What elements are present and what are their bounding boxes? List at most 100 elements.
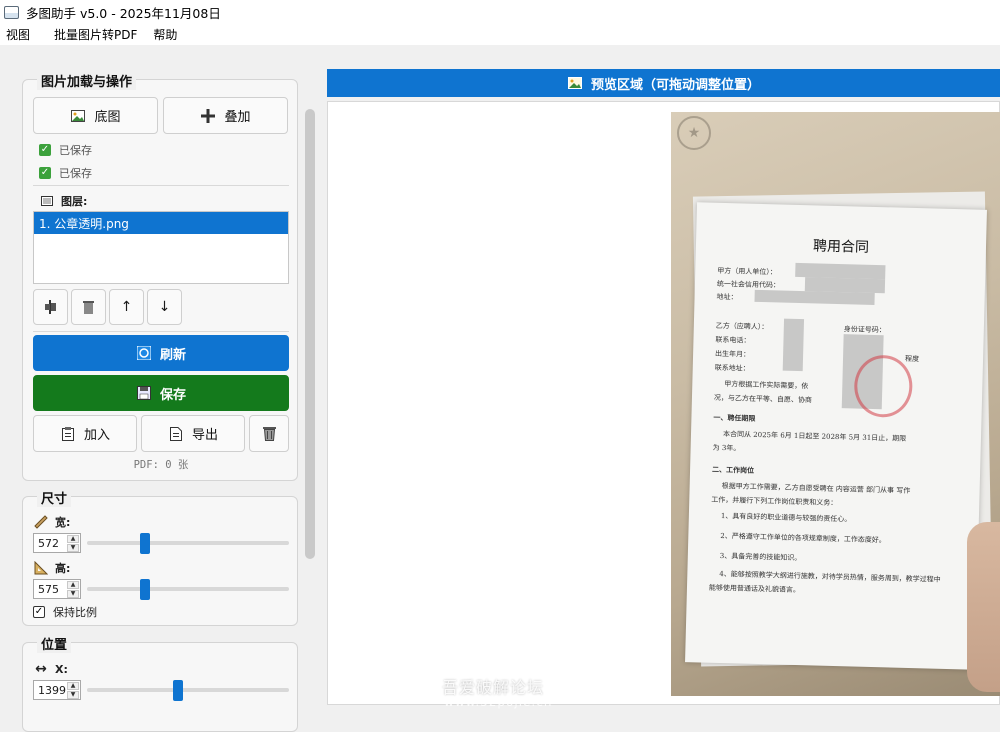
overlay-button[interactable]: 叠加 xyxy=(163,97,288,134)
save-button[interactable]: 保存 xyxy=(33,375,289,411)
height-slider-handle[interactable] xyxy=(140,579,150,600)
control-panel: 图片加载与操作 底图 叠加 ✓ 已保存 ✓ 已保存 图层: 1. 公章透明.pn… xyxy=(0,45,320,732)
layers-list[interactable]: 1. 公章透明.png xyxy=(33,211,289,284)
refresh-label: 刷新 xyxy=(159,347,186,363)
doc-line: 乙方（应聘人）： xyxy=(715,321,769,332)
x-spinbox[interactable]: 1399 ▲ ▼ xyxy=(33,680,81,700)
menu-view[interactable]: 视图 xyxy=(0,26,36,43)
layers-heading: 图层: xyxy=(39,193,87,209)
x-slider[interactable] xyxy=(87,688,289,692)
doc-line: 甲方（用人单位）： xyxy=(717,266,777,277)
keep-ratio-checkbox[interactable]: ✓ 保持比例 xyxy=(33,604,97,620)
saved-status-2: ✓ 已保存 xyxy=(39,165,92,181)
arrow-down-icon: ↓ xyxy=(158,299,171,315)
doc-line: 本合同从 2025年 6月 1日起至 2028年 5月 31日止，期限 xyxy=(722,430,907,443)
move-up-button[interactable]: ↑ xyxy=(109,289,144,325)
watermark-url: www.52pojie.cn xyxy=(444,695,553,709)
delete-layer-button[interactable] xyxy=(71,289,106,325)
width-spinbox[interactable]: 572 ▲ ▼ xyxy=(33,533,81,553)
preview-photo[interactable]: ★ 聘用合同 甲方（用人单位）： 统一社会信用代码： 地址： 乙方（应聘人）： … xyxy=(671,112,1000,696)
floppy-icon xyxy=(136,385,152,401)
doc-line: 出生年月： xyxy=(715,349,751,359)
size-title: 尺寸 xyxy=(37,488,72,507)
height-slider[interactable] xyxy=(87,587,289,591)
doc-line: 联系电话： xyxy=(715,335,751,345)
height-spinbox[interactable]: 575 ▲ ▼ xyxy=(33,579,81,599)
pdf-count: PDF: 0 张 xyxy=(133,459,189,471)
x-text: X: xyxy=(55,662,68,676)
window-title: 多图助手 v5.0 - 2025年11月08日 xyxy=(26,5,221,21)
export-button[interactable]: 导出 xyxy=(141,415,245,452)
doc-line: 为 3年。 xyxy=(712,443,741,453)
trash-icon xyxy=(81,299,97,315)
seal-overlay[interactable] xyxy=(853,354,914,418)
doc-line: 能够使用普通话及礼貌语言。 xyxy=(708,583,801,595)
doc-line: 工作，并履行下列工作岗位职责和义务： xyxy=(711,495,838,508)
redaction-block xyxy=(754,289,875,305)
doc-line: 联系地址： xyxy=(714,363,750,373)
doc-line: 4、能够按照教学大纲进行施教，对待学员热情，服务周到，教学过程中 xyxy=(719,569,941,584)
width-slider[interactable] xyxy=(87,541,289,545)
doc-line: 3、具备完善的技能知识。 xyxy=(719,552,802,563)
refresh-icon xyxy=(136,345,152,361)
set-square-icon xyxy=(33,560,49,576)
doc-line: 甲方根据工作实际需要，依 xyxy=(724,380,809,391)
layers-label: 图层: xyxy=(61,195,88,208)
seal-mark-icon: ★ xyxy=(677,116,711,150)
image-ops-group: 图片加载与操作 底图 叠加 ✓ 已保存 ✓ 已保存 图层: 1. 公章透明.pn… xyxy=(22,71,298,481)
x-slider-handle[interactable] xyxy=(173,680,183,701)
export-label: 导出 xyxy=(191,428,218,443)
width-slider-handle[interactable] xyxy=(140,533,150,554)
keep-ratio-label: 保持比例 xyxy=(53,606,97,619)
save-label: 保存 xyxy=(159,387,186,403)
check-icon: ✓ xyxy=(39,167,51,179)
trash-icon xyxy=(261,426,277,442)
refresh-button[interactable]: 刷新 xyxy=(33,335,289,371)
doc-line: 一、聘任期限 xyxy=(713,412,756,423)
saved-text-1: 已保存 xyxy=(59,144,92,157)
move-down-button[interactable]: ↓ xyxy=(147,289,182,325)
height-spin-arrows[interactable]: ▲ ▼ xyxy=(67,581,79,598)
plus-icon xyxy=(200,108,216,124)
redaction-block xyxy=(782,318,805,372)
width-spin-arrows[interactable]: ▲ ▼ xyxy=(67,535,79,552)
contract-title: 聘用合同 xyxy=(812,238,870,256)
x-spin-arrows[interactable]: ▲ ▼ xyxy=(67,682,79,699)
horizontal-arrows-icon: ↔ xyxy=(35,661,47,677)
height-label: 高: xyxy=(33,560,70,576)
menu-bar: 视图 批量图片转PDF 帮助 xyxy=(0,24,1000,45)
overlay-label: 叠加 xyxy=(224,110,251,125)
menu-batch-pdf[interactable]: 批量图片转PDF xyxy=(48,26,143,43)
merge-layer-button[interactable] xyxy=(33,289,68,325)
height-value: 575 xyxy=(38,582,59,596)
image-icon xyxy=(567,75,583,91)
doc-line: 2、严格遵守工作单位的各项规章制度，工作态度好。 xyxy=(720,532,886,545)
base-image-label: 底图 xyxy=(94,110,121,125)
align-icon xyxy=(43,299,59,315)
document-icon xyxy=(168,426,184,442)
check-icon: ✓ xyxy=(39,144,51,156)
hand xyxy=(967,522,1000,692)
add-label: 加入 xyxy=(83,428,110,443)
clear-pdf-button[interactable] xyxy=(249,415,289,452)
clipboard-icon xyxy=(60,426,76,442)
preview-canvas[interactable]: ★ 聘用合同 甲方（用人单位）： 统一社会信用代码： 地址： 乙方（应聘人）： … xyxy=(327,101,1000,705)
position-group: 位置 ↔ X: 1399 ▲ ▼ xyxy=(22,634,298,732)
add-button[interactable]: 加入 xyxy=(33,415,137,452)
saved-text-2: 已保存 xyxy=(59,167,92,180)
image-ops-title: 图片加载与操作 xyxy=(37,71,137,90)
width-value: 572 xyxy=(38,536,59,550)
doc-line: 程度 xyxy=(904,354,920,364)
layer-item[interactable]: 1. 公章透明.png xyxy=(34,212,288,234)
doc-line: 根据甲方工作需要，乙方自愿受聘在 内容运营 部门从事 写作 xyxy=(721,482,911,495)
preview-header: 预览区域（可拖动调整位置） xyxy=(327,69,1000,97)
ruler-icon xyxy=(33,514,49,530)
doc-line: 1、具有良好的职业道德与较强的责任心。 xyxy=(720,512,852,524)
base-image-button[interactable]: 底图 xyxy=(33,97,158,134)
saved-status-1: ✓ 已保存 xyxy=(39,142,92,158)
image-icon xyxy=(70,108,86,124)
menu-help[interactable]: 帮助 xyxy=(147,26,183,43)
x-label: ↔ X: xyxy=(33,661,68,677)
size-group: 尺寸 宽: 572 ▲ ▼ 高: 575 ▲ ▼ ✓ 保持比例 xyxy=(22,488,298,626)
panel-scrollbar[interactable] xyxy=(305,109,315,559)
